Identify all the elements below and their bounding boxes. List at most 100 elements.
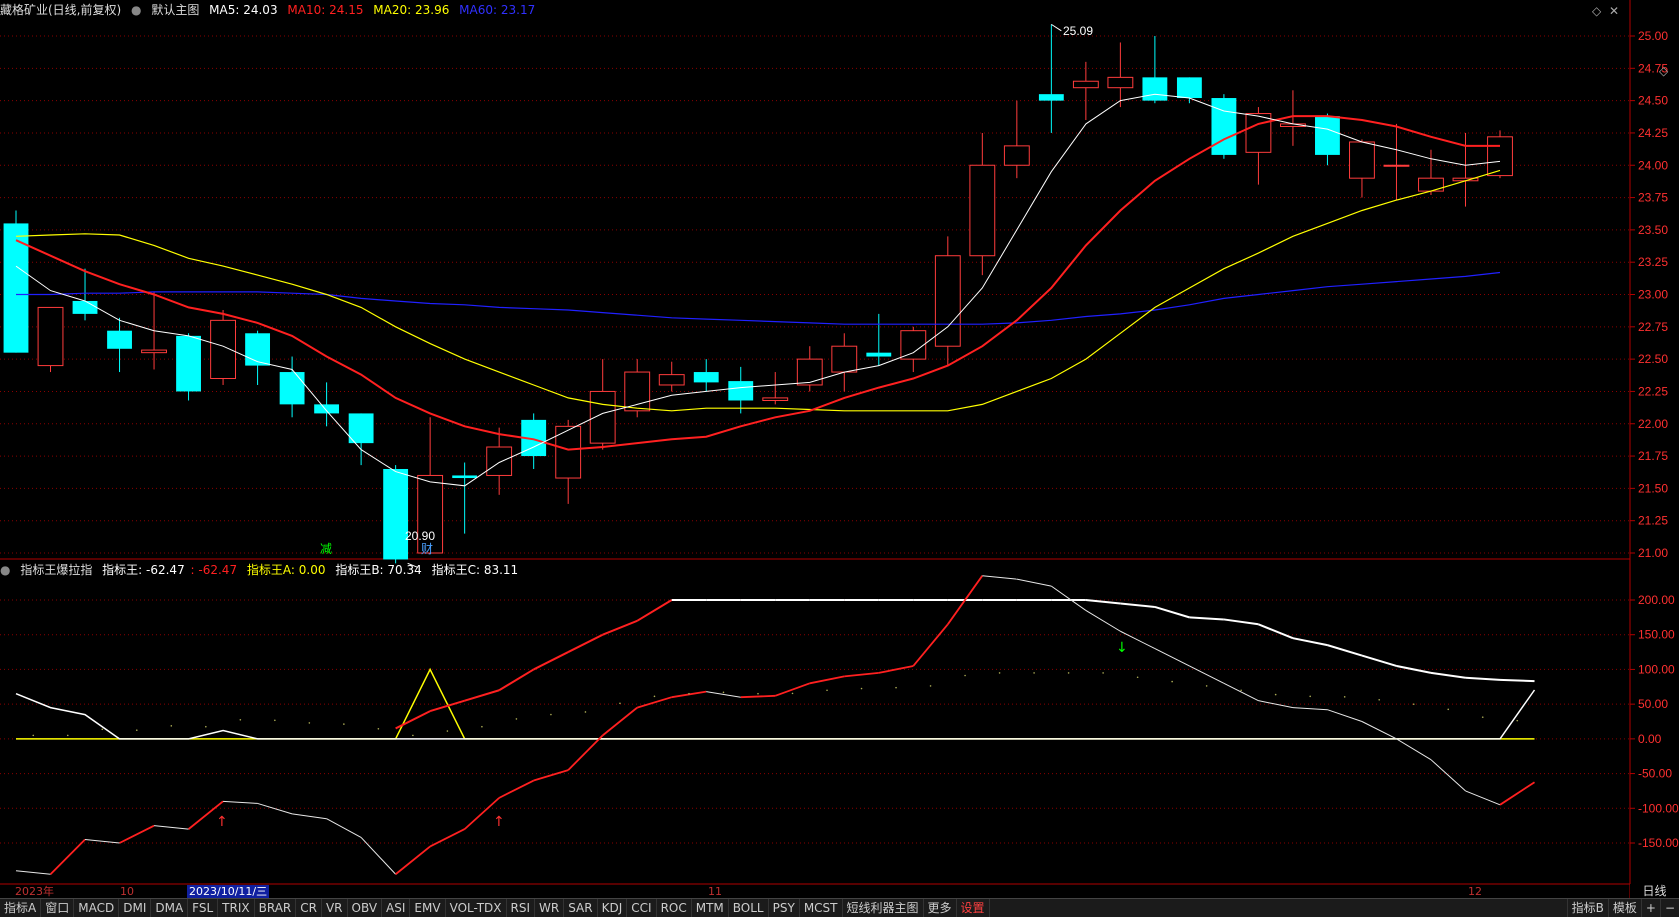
low-price-marker: 20.90 bbox=[405, 529, 435, 543]
candle-body bbox=[383, 468, 409, 560]
candle-body bbox=[1176, 77, 1202, 99]
candle-body bbox=[796, 358, 823, 386]
candle-body bbox=[1418, 177, 1444, 192]
tab-17[interactable]: KDJ bbox=[598, 899, 628, 917]
candle-body bbox=[1315, 116, 1340, 155]
candle bbox=[728, 366, 754, 414]
candle bbox=[1211, 94, 1237, 159]
candlesticks bbox=[3, 23, 1513, 568]
indicator-dot bbox=[929, 685, 932, 687]
right-tab-2[interactable]: + bbox=[1640, 899, 1660, 917]
indicator-name[interactable]: 指标王爆拉指 bbox=[20, 563, 92, 577]
indicator-dot bbox=[1102, 672, 1104, 674]
indicator-dot bbox=[170, 725, 173, 727]
candle-body bbox=[693, 372, 719, 383]
tab-6[interactable]: TRIX bbox=[218, 899, 255, 917]
indicator-lines bbox=[15, 575, 1536, 875]
close-icon[interactable]: ✕ bbox=[1609, 4, 1619, 18]
indicator-dot bbox=[722, 691, 725, 694]
tab-11[interactable]: ASI bbox=[382, 899, 411, 917]
indicator-dot bbox=[205, 725, 207, 728]
indicator-c-segment bbox=[1223, 618, 1259, 626]
tab-14[interactable]: RSI bbox=[507, 899, 536, 917]
tab-25[interactable]: 更多 bbox=[924, 899, 957, 917]
tab-23[interactable]: MCST bbox=[800, 899, 843, 917]
ma60-value: MA60: 23.17 bbox=[459, 3, 536, 17]
indicator-main-segment bbox=[257, 802, 293, 815]
tab-16[interactable]: SAR bbox=[564, 899, 598, 917]
grid-lines bbox=[0, 0, 1631, 898]
tab-20[interactable]: MTM bbox=[692, 899, 729, 917]
indicator-main-segment bbox=[602, 706, 638, 737]
indicator-main-segment bbox=[326, 818, 362, 838]
tab-8[interactable]: CR bbox=[296, 899, 322, 917]
indicator-main-segment bbox=[153, 825, 189, 830]
tab-5[interactable]: FSL bbox=[188, 899, 219, 917]
tab-9[interactable]: VR bbox=[322, 899, 348, 917]
tab-10[interactable]: OBV bbox=[348, 899, 383, 917]
candle-body bbox=[1211, 98, 1237, 155]
price-tick-label: 24.00 bbox=[1638, 158, 1668, 172]
price-tick-label: 21.00 bbox=[1638, 546, 1668, 560]
stock-title[interactable]: 藏格矿业(日线,前复权) bbox=[0, 3, 121, 17]
chart-canvas[interactable]: 25.0024.7524.5024.2524.0023.7523.5023.25… bbox=[0, 0, 1679, 916]
candle-body bbox=[1072, 80, 1099, 89]
tab-4[interactable]: DMA bbox=[151, 899, 189, 917]
indicator-dot bbox=[135, 729, 138, 731]
indicator-main-segment bbox=[809, 675, 845, 685]
tab-2[interactable]: MACD bbox=[74, 899, 120, 917]
main-chart-header: 藏格矿业(日线,前复权) ● 默认主图 MA5: 24.03 MA10: 24.… bbox=[0, 1, 541, 19]
right-tab-0[interactable]: 指标B bbox=[1566, 899, 1608, 917]
tab-19[interactable]: ROC bbox=[657, 899, 692, 917]
indicator-tick-label: -50.00 bbox=[1638, 767, 1672, 781]
event-tag-reduce[interactable]: 减 bbox=[320, 542, 332, 556]
indicator-c-segment bbox=[602, 619, 638, 636]
candle-body bbox=[452, 475, 478, 479]
tab-12[interactable]: EMV bbox=[410, 899, 446, 917]
diamond-icon[interactable]: ◇ bbox=[1592, 4, 1602, 18]
event-tag-finance[interactable]: 财 bbox=[421, 542, 433, 556]
circle-icon[interactable]: ● bbox=[131, 3, 141, 17]
indicator-dot bbox=[101, 728, 104, 731]
candle bbox=[866, 313, 892, 366]
candle-body bbox=[1487, 136, 1513, 177]
ma5-value: MA5: 24.03 bbox=[209, 3, 278, 17]
tab-22[interactable]: PSY bbox=[769, 899, 800, 917]
right-tab-1[interactable]: 模板 bbox=[1607, 899, 1641, 917]
tab-7[interactable]: BRAR bbox=[255, 899, 297, 917]
indicator-dot bbox=[274, 719, 276, 722]
indicator-dot bbox=[1171, 680, 1173, 683]
tab-0[interactable]: 指标A bbox=[0, 899, 42, 917]
indicator-dot bbox=[1240, 689, 1242, 692]
tab-13[interactable]: VOL-TDX bbox=[446, 899, 507, 917]
candle-body bbox=[176, 335, 201, 392]
indicator-main-value: 指标王: -62.47 bbox=[102, 563, 185, 577]
candle bbox=[279, 356, 305, 418]
period-label[interactable]: 日线 bbox=[1630, 884, 1679, 898]
indicator-main-segment bbox=[395, 845, 431, 875]
price-tick-label: 22.75 bbox=[1638, 320, 1668, 334]
tab-24[interactable]: 短线利器主图 bbox=[843, 899, 924, 917]
indicator-tick-label: -150.00 bbox=[1638, 836, 1679, 850]
indicator-c-segment bbox=[1465, 676, 1501, 681]
price-tick-label: 21.50 bbox=[1638, 481, 1668, 495]
tab-1[interactable]: 窗口 bbox=[41, 899, 75, 917]
tab-15[interactable]: WR bbox=[535, 899, 565, 917]
indicator-main-segment bbox=[1258, 700, 1294, 709]
candle bbox=[1142, 36, 1168, 104]
right-tab-3[interactable]: − bbox=[1659, 899, 1679, 917]
collapse-icon[interactable]: ◇ bbox=[1659, 64, 1669, 78]
indicator-dot bbox=[1447, 708, 1450, 711]
circle-icon[interactable]: ● bbox=[0, 563, 10, 577]
candle bbox=[1107, 42, 1134, 108]
tab-18[interactable]: CCI bbox=[627, 899, 657, 917]
buy-arrow-icon: ↑ bbox=[493, 814, 505, 830]
tab-26[interactable]: 设置 bbox=[957, 899, 990, 917]
tab-21[interactable]: BOLL bbox=[729, 899, 769, 917]
template-name[interactable]: 默认主图 bbox=[151, 3, 199, 17]
candle bbox=[1176, 77, 1202, 104]
candle bbox=[934, 236, 961, 366]
indicator-main-segment bbox=[1189, 665, 1225, 684]
tab-3[interactable]: DMI bbox=[119, 899, 152, 917]
indicator-tick-label: -100.00 bbox=[1638, 801, 1679, 815]
